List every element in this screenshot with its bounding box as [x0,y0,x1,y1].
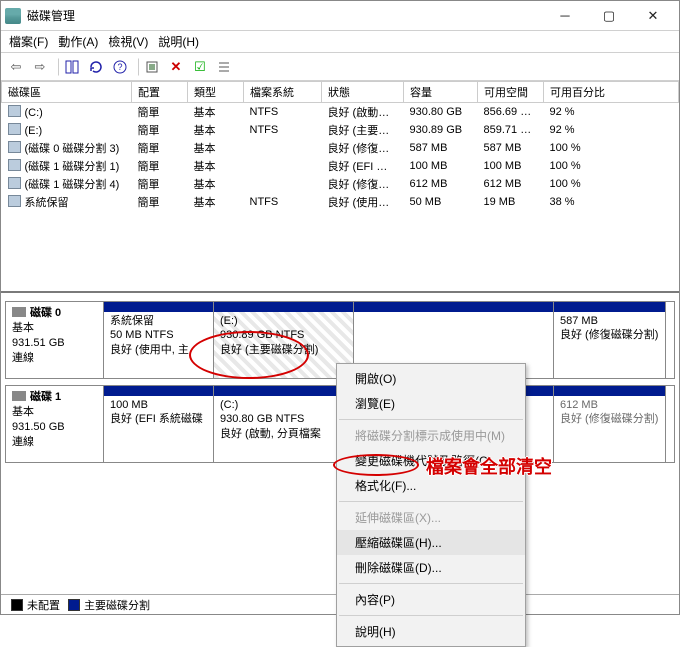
volume-grid[interactable]: 磁碟區 配置 類型 檔案系統 狀態 容量 可用空間 可用百分比 (C:)簡單基本… [1,81,679,293]
table-row[interactable]: 系統保留簡單基本NTFS良好 (使用…50 MB19 MB38 % [2,193,679,211]
col-pctfree[interactable]: 可用百分比 [544,82,679,103]
partition[interactable]: (C:)930.80 GB NTFS良好 (啟動, 分頁檔案 [214,386,354,462]
menu-help[interactable]: 說明(H) [158,33,199,50]
titlebar: 磁碟管理 ─ ▢ ✕ [1,1,679,31]
table-row[interactable]: (磁碟 0 磁碟分割 3)簡單基本良好 (修復…587 MB587 MB100 … [2,139,679,157]
app-icon [5,8,21,24]
refresh-button[interactable] [85,56,107,78]
list-button[interactable] [213,56,235,78]
menu-action[interactable]: 動作(A) [58,33,98,50]
toolbar: ⇦ ⇨ ? ✕ ☑ [1,53,679,81]
separator [53,58,59,76]
partition[interactable]: 587 MB良好 (修復磁碟分割) [554,302,666,378]
table-row[interactable]: (磁碟 1 磁碟分割 1)簡單基本良好 (EFI …100 MB100 MB10… [2,157,679,175]
partition[interactable]: 系統保留50 MB NTFS良好 (使用中, 主 [104,302,214,378]
col-volume[interactable]: 磁碟區 [2,82,132,103]
minimize-button[interactable]: ─ [543,2,587,30]
col-fs[interactable]: 檔案系統 [244,82,322,103]
ctx-properties[interactable]: 內容(P) [337,587,525,612]
col-layout[interactable]: 配置 [132,82,188,103]
ctx-help[interactable]: 說明(H) [337,619,525,644]
svg-text:?: ? [117,62,122,72]
ctx-shrink[interactable]: 壓縮磁碟區(H)... [337,530,525,555]
col-status[interactable]: 狀態 [322,82,404,103]
window-title: 磁碟管理 [27,7,543,24]
partition[interactable]: (E:)930.89 GB NTFS良好 (主要磁碟分割) [214,302,354,378]
settings-button[interactable] [141,56,163,78]
maximize-button[interactable]: ▢ [587,2,631,30]
partition[interactable]: 612 MB良好 (修復磁碟分割) [554,386,666,462]
annotation-text: 檔案會全部清空 [426,453,552,479]
panes-button[interactable] [61,56,83,78]
forward-button[interactable]: ⇨ [29,56,51,78]
separator [133,58,139,76]
close-button[interactable]: ✕ [631,2,675,30]
table-row[interactable]: (C:)簡單基本NTFS良好 (啟動…930.80 GB856.69 …92 % [2,103,679,122]
ctx-open[interactable]: 開啟(O) [337,366,525,391]
delete-button[interactable]: ✕ [165,56,187,78]
ctx-mark-active: 將磁碟分割標示成使用中(M) [337,423,525,448]
ctx-explore[interactable]: 瀏覽(E) [337,391,525,416]
ctx-delete[interactable]: 刪除磁碟區(D)... [337,555,525,580]
disk-header[interactable]: 磁碟 0基本931.51 GB連線 [6,302,104,378]
col-free[interactable]: 可用空間 [478,82,544,103]
help-button[interactable]: ? [109,56,131,78]
partition[interactable]: 100 MB良好 (EFI 系統磁碟 [104,386,214,462]
menu-file[interactable]: 檔案(F) [9,33,48,50]
col-type[interactable]: 類型 [188,82,244,103]
context-menu: 開啟(O) 瀏覽(E) 將磁碟分割標示成使用中(M) 變更磁碟機代號及路徑(C)… [336,363,526,647]
back-button[interactable]: ⇦ [5,56,27,78]
menubar: 檔案(F) 動作(A) 檢視(V) 說明(H) [1,31,679,53]
menu-view[interactable]: 檢視(V) [108,33,148,50]
disk-header[interactable]: 磁碟 1基本931.50 GB連線 [6,386,104,462]
check-button[interactable]: ☑ [189,56,211,78]
col-capacity[interactable]: 容量 [404,82,478,103]
table-row[interactable]: (磁碟 1 磁碟分割 4)簡單基本良好 (修復…612 MB612 MB100 … [2,175,679,193]
legend-unalloc: 未配置 [27,600,60,612]
table-row[interactable]: (E:)簡單基本NTFS良好 (主要…930.89 GB859.71 …92 % [2,121,679,139]
legend-primary: 主要磁碟分割 [84,600,150,612]
ctx-extend: 延伸磁碟區(X)... [337,505,525,530]
